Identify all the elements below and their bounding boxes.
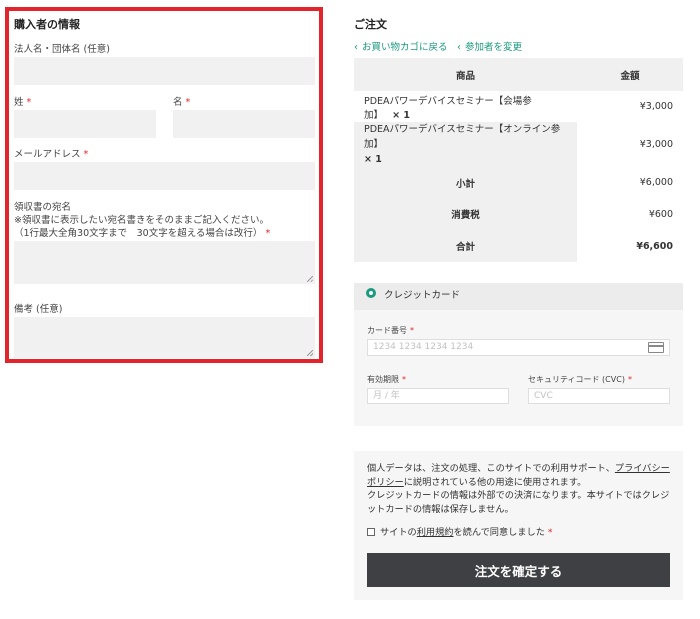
expiry-input[interactable]: 月 / 年 bbox=[367, 388, 509, 404]
resize-handle-icon[interactable] bbox=[307, 350, 313, 356]
expiry-label: 有効期限 * bbox=[367, 375, 406, 384]
last-name-label: 姓 * bbox=[14, 97, 32, 108]
billing-title: 購入者の情報 bbox=[14, 18, 80, 31]
cvc-label: セキュリティコード (CVC) * bbox=[528, 375, 632, 384]
email-label: メールアドレス * bbox=[14, 149, 89, 160]
item-price: ¥3,000 bbox=[577, 122, 683, 167]
item-name: PDEAパワーデバイスセミナー【オンライン参加】 × 1 bbox=[364, 124, 561, 165]
table-header-row: 商品 金額 bbox=[354, 58, 683, 91]
notes-textarea[interactable] bbox=[14, 317, 315, 358]
order-table: 商品 金額 PDEAパワーデバイスセミナー【会場参加】 × 1 ¥3,000 P… bbox=[354, 58, 683, 262]
company-input[interactable] bbox=[14, 57, 315, 85]
item-name: PDEAパワーデバイスセミナー【会場参加】 × 1 bbox=[364, 95, 532, 121]
receipt-name-wrapper bbox=[14, 241, 315, 284]
company-label: 法人名・団体名 (任意) bbox=[14, 44, 110, 55]
tax-row: 消費税 ¥600 bbox=[354, 198, 683, 230]
card-storage-note: クレジットカードの情報は外部での決済になります。本サイトではクレジットカードの情… bbox=[367, 490, 670, 515]
privacy-notice: 個人データは、注文の処理、このサイトでの利用サポート、プライバシーポリシーに説明… bbox=[367, 463, 670, 515]
terms-checkbox[interactable] bbox=[367, 528, 375, 536]
total-row: 合計 ¥6,600 bbox=[354, 230, 683, 262]
payment-method-label: クレジットカード bbox=[384, 290, 461, 301]
order-title: ご注文 bbox=[354, 18, 387, 31]
notes-wrapper bbox=[14, 317, 315, 358]
last-name-input[interactable] bbox=[14, 110, 156, 138]
total-value: ¥6,600 bbox=[636, 240, 673, 252]
total-label: 合計 bbox=[354, 230, 577, 262]
change-participant-link[interactable]: ‹ 参加者を変更 bbox=[457, 39, 522, 53]
receipt-name-note: ※領収書に表示したい宛名書きをそのままご記入ください。 bbox=[14, 215, 269, 226]
col-header-amount: 金額 bbox=[620, 70, 640, 82]
tax-value: ¥600 bbox=[648, 208, 673, 220]
chevron-left-icon: ‹ bbox=[354, 42, 358, 53]
credit-card-icon bbox=[648, 342, 664, 353]
tax-label: 消費税 bbox=[354, 198, 577, 230]
table-row: PDEAパワーデバイスセミナー【オンライン参加】 × 1 ¥3,000 bbox=[354, 122, 683, 167]
table-row: PDEAパワーデバイスセミナー【会場参加】 × 1 ¥3,000 bbox=[354, 91, 683, 122]
receipt-name-limit-note: （1行最大全角30文字まで 30文字を超える場合は改行） * bbox=[14, 228, 271, 239]
first-name-input[interactable] bbox=[173, 110, 315, 138]
notes-label: 備考 (任意) bbox=[14, 304, 63, 315]
terms-label: サイトの利用規約を読んで同意しました * bbox=[380, 527, 553, 538]
email-input[interactable] bbox=[14, 162, 315, 190]
first-name-label: 名 * bbox=[173, 97, 191, 108]
card-number-input[interactable]: 1234 1234 1234 1234 bbox=[367, 339, 670, 356]
receipt-name-textarea[interactable] bbox=[14, 241, 315, 284]
terms-link[interactable]: 利用規約 bbox=[417, 527, 454, 538]
receipt-name-label-title: 領収書の宛名 bbox=[14, 202, 72, 213]
item-price: ¥3,000 bbox=[639, 101, 673, 112]
cvc-input[interactable]: CVC bbox=[528, 388, 670, 404]
subtotal-label: 小計 bbox=[354, 167, 577, 198]
chevron-left-icon: ‹ bbox=[457, 42, 461, 53]
col-header-product: 商品 bbox=[455, 70, 475, 82]
subtotal-value: ¥6,000 bbox=[639, 177, 673, 188]
back-to-cart-link[interactable]: ‹ お買い物カゴに戻る bbox=[354, 39, 448, 53]
resize-handle-icon[interactable] bbox=[307, 276, 313, 282]
card-number-label: カード番号 * bbox=[367, 326, 414, 335]
payment-radio[interactable] bbox=[366, 288, 376, 298]
place-order-button[interactable]: 注文を確定する bbox=[367, 553, 670, 587]
subtotal-row: 小計 ¥6,000 bbox=[354, 167, 683, 198]
